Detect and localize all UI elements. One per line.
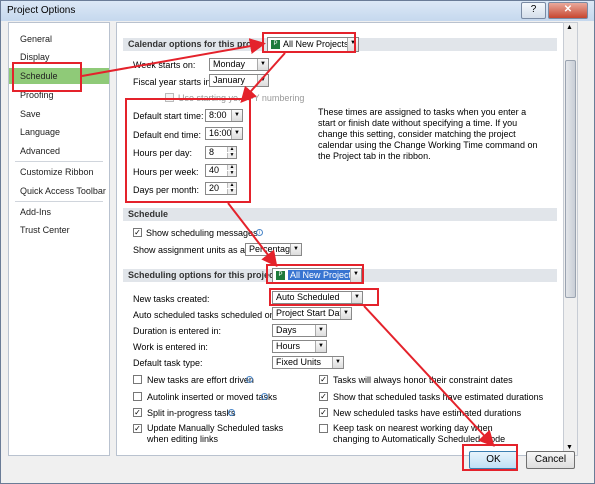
annotation-arrows	[81, 38, 495, 447]
annotation-arrow	[227, 202, 278, 268]
annotation-arrow	[81, 38, 266, 77]
annotation-arrow	[363, 305, 495, 447]
annotation-arrow	[240, 52, 286, 103]
